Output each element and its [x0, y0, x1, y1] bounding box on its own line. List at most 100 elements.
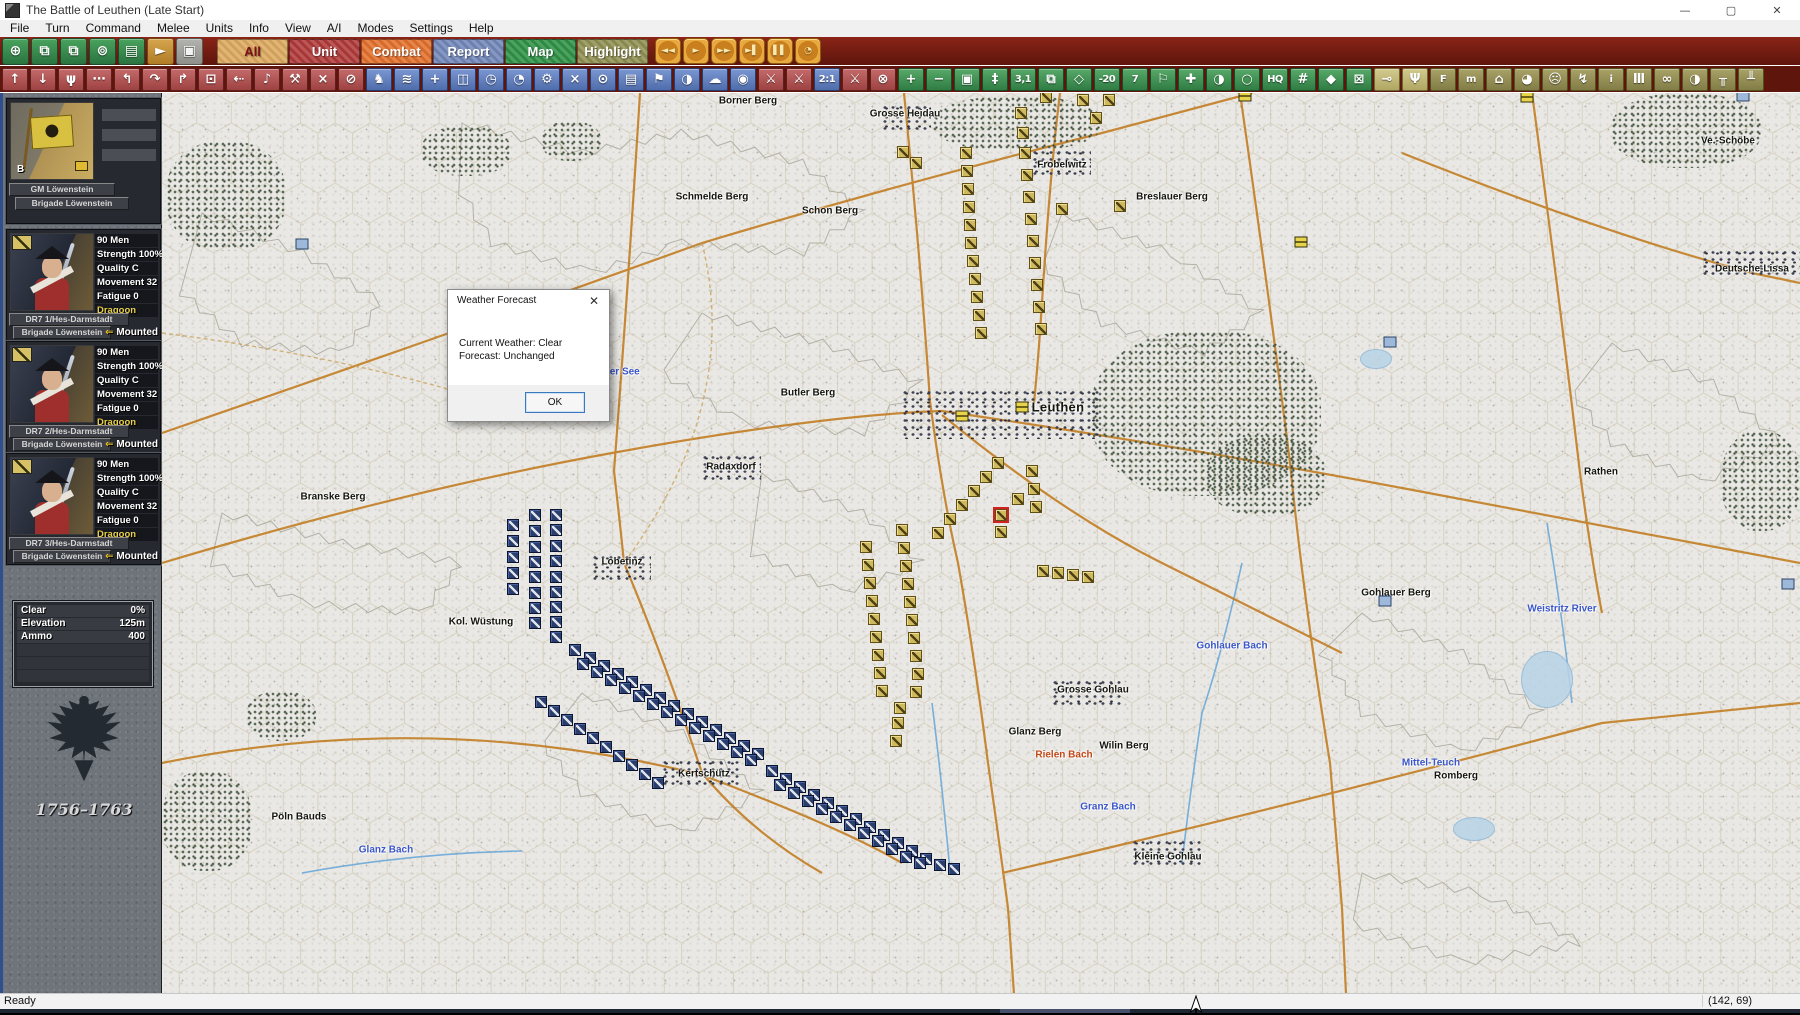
half-circle-button[interactable]: ◑ [1682, 68, 1708, 91]
minimize-button[interactable]: — [1662, 0, 1708, 20]
contrast-button[interactable]: ◑ [674, 68, 700, 91]
assault-button[interactable]: ⚔ [842, 68, 868, 91]
leader-name[interactable]: GM Löwenstein [9, 183, 115, 196]
austrian-unit-counter[interactable] [1037, 565, 1049, 577]
add-button[interactable]: + [422, 68, 448, 91]
austrian-unit-counter[interactable] [906, 614, 918, 626]
austrian-unit-counter[interactable] [890, 735, 902, 747]
map-atlas-button[interactable]: ▤ [118, 38, 145, 65]
austrian-unit-counter[interactable] [980, 471, 992, 483]
objective-marker[interactable] [1521, 93, 1534, 103]
frame-button[interactable]: ⊡ [198, 68, 224, 91]
austrian-unit-counter[interactable] [1052, 567, 1064, 579]
unit-id[interactable]: DR7 3/Hes-Darmstadt [9, 537, 129, 550]
menu-view[interactable]: View [277, 20, 319, 37]
unit-org[interactable]: Brigade Löwenstein [13, 438, 111, 451]
hq-button[interactable]: HQ [1262, 68, 1288, 91]
shade-button[interactable]: ◑ [1206, 68, 1232, 91]
alarm-clock-button[interactable]: ◔ [506, 68, 532, 91]
austrian-unit-counter[interactable] [1090, 112, 1102, 124]
prussian-unit-counter[interactable] [639, 768, 651, 780]
melee-key-button[interactable]: m [1458, 68, 1484, 91]
flask-button[interactable]: ↯ [1570, 68, 1596, 91]
austrian-unit-counter[interactable] [1040, 93, 1052, 103]
prussian-unit-counter[interactable] [830, 811, 842, 823]
prussian-unit-counter[interactable] [844, 819, 856, 831]
objective-marker-captured[interactable] [1379, 596, 1392, 607]
prussian-unit-counter[interactable] [529, 541, 541, 553]
austrian-unit-counter[interactable] [1023, 191, 1035, 203]
counter-display-button[interactable]: ▣ [176, 38, 203, 65]
leader-card[interactable]: B GM Löwenstein Brigade Löwenstein [6, 98, 161, 224]
prussian-unit-counter[interactable] [605, 674, 617, 686]
prussian-unit-counter[interactable] [774, 779, 786, 791]
leader-org[interactable]: Brigade Löwenstein [15, 197, 129, 210]
abort-attack-button[interactable]: ⊗ [870, 68, 896, 91]
austrian-unit-counter[interactable] [872, 649, 884, 661]
austrian-unit-counter[interactable] [1077, 94, 1089, 106]
prussian-unit-counter[interactable] [507, 535, 519, 547]
austrian-unit-counter[interactable] [897, 146, 909, 158]
bugle-button[interactable]: ♪ [254, 68, 280, 91]
battle-map[interactable]: Borner BergGrosse HeidauSchmelde BergSch… [162, 93, 1800, 994]
prussian-unit-counter[interactable] [550, 509, 562, 521]
grid-button[interactable]: # [1290, 68, 1316, 91]
maximize-button[interactable]: ▢ [1708, 0, 1754, 20]
play-button[interactable]: ► [683, 38, 709, 64]
diamond-button[interactable]: ◆ [1318, 68, 1344, 91]
panels-toggle-button[interactable]: ⧉ [60, 38, 87, 65]
morale-button[interactable]: ☹ [1542, 68, 1568, 91]
menu-help[interactable]: Help [461, 20, 502, 37]
menu-file[interactable]: File [2, 20, 37, 37]
menu-units[interactable]: Units [198, 20, 241, 37]
austrian-unit-counter[interactable] [1012, 493, 1024, 505]
austrian-unit-counter[interactable] [1030, 501, 1042, 513]
austrian-unit-counter[interactable] [969, 273, 981, 285]
austrian-unit-counter[interactable] [960, 147, 972, 159]
menu-settings[interactable]: Settings [401, 20, 460, 37]
bottom-scroll-track[interactable] [0, 1009, 1800, 1013]
prussian-unit-counter[interactable] [550, 540, 562, 552]
prussian-unit-counter[interactable] [619, 682, 631, 694]
redo-button[interactable]: ↱ [170, 68, 196, 91]
binoculars-button[interactable]: ∞ [1654, 68, 1680, 91]
hex-outline-button[interactable]: ○ [1234, 68, 1260, 91]
cavalry-button[interactable]: ♞ [366, 68, 392, 91]
windows-toggle-button[interactable]: ⧉ [31, 38, 58, 65]
prussian-unit-counter[interactable] [550, 571, 562, 583]
org-chart-button[interactable]: ╥ [1710, 68, 1736, 91]
prussian-unit-counter[interactable] [529, 571, 541, 583]
fast-forward-button[interactable]: ►► [711, 38, 737, 64]
prussian-unit-counter[interactable] [647, 698, 659, 710]
pie-button[interactable]: ◕ [1514, 68, 1540, 91]
prussian-unit-counter[interactable] [731, 746, 743, 758]
prussian-unit-counter[interactable] [717, 738, 729, 750]
austrian-unit-counter[interactable] [944, 513, 956, 525]
prussian-unit-counter[interactable] [788, 787, 800, 799]
clipboard-button[interactable]: ▤ [618, 68, 644, 91]
crossed-tools-button[interactable]: ⚒ [282, 68, 308, 91]
prussian-unit-counter[interactable] [574, 723, 586, 735]
prussian-unit-counter[interactable] [507, 567, 519, 579]
tab-combat[interactable]: Combat [361, 39, 432, 64]
info-button[interactable]: i [1598, 68, 1624, 91]
menu-turn[interactable]: Turn [37, 20, 77, 37]
austrian-unit-counter[interactable] [876, 685, 888, 697]
objective-marker-captured[interactable] [296, 239, 309, 250]
objective-marker[interactable] [1295, 237, 1308, 248]
prussian-unit-counter[interactable] [529, 525, 541, 537]
melee-button[interactable]: ⚔ [758, 68, 784, 91]
replay-button[interactable]: ► [147, 38, 174, 65]
austrian-unit-counter[interactable] [1017, 127, 1029, 139]
menu-modes[interactable]: Modes [349, 20, 401, 37]
zoom-in-button[interactable]: + [898, 68, 924, 91]
austrian-unit-counter[interactable] [902, 578, 914, 590]
prussian-unit-counter[interactable] [550, 524, 562, 536]
unit-id[interactable]: DR7 1/Hes-Darmstadt [9, 313, 129, 326]
fence-button[interactable]: Ⅲ [1626, 68, 1652, 91]
undo-button[interactable]: ↰ [114, 68, 140, 91]
tab-map[interactable]: Map [505, 39, 576, 64]
prussian-unit-counter[interactable] [529, 587, 541, 599]
prussian-unit-counter[interactable] [948, 863, 960, 875]
coords-button[interactable]: 3,1 [1010, 68, 1036, 91]
